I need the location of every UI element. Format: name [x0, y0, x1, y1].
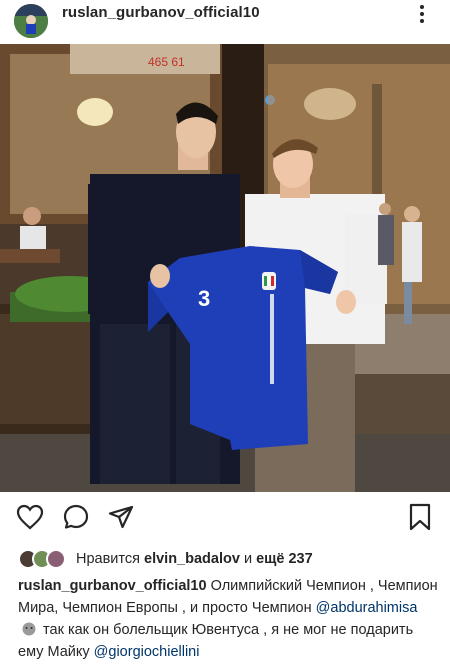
- direct-share-icon[interactable]: [104, 500, 138, 534]
- more-vertical-icon[interactable]: [410, 2, 434, 26]
- post-image: 465 61 3: [0, 44, 450, 492]
- caption-mention-giorgiochiellini[interactable]: @giorgiochiellini: [94, 644, 200, 660]
- emoji-icon: [22, 622, 36, 636]
- likes-count[interactable]: ещё 237: [256, 551, 313, 567]
- post-photo[interactable]: 465 61 3: [0, 44, 450, 492]
- comment-icon[interactable]: [59, 500, 93, 534]
- heart-icon[interactable]: [13, 500, 47, 534]
- liker-avatar: [46, 549, 66, 569]
- liker-avatars: [18, 549, 66, 569]
- likes-row[interactable]: Нравится elvin_badalov и ещё 237: [18, 548, 313, 570]
- caption-author[interactable]: ruslan_gurbanov_official10: [18, 578, 207, 594]
- post-header: ruslan_gurbanov_official10: [0, 0, 450, 44]
- avatar-image: [14, 4, 48, 38]
- storefront-sign: 465 61: [148, 55, 185, 69]
- jersey-number: 3: [198, 286, 210, 311]
- post-caption: ruslan_gurbanov_official10 Олимпийский Ч…: [18, 575, 438, 663]
- caption-text-2: так как он болельщик Ювентуса , я не мог…: [18, 622, 414, 660]
- avatar[interactable]: [14, 4, 48, 38]
- post-username[interactable]: ruslan_gurbanov_official10: [62, 4, 260, 21]
- bookmark-icon[interactable]: [403, 500, 437, 534]
- post-actions: [0, 500, 450, 536]
- likes-conjunction: и: [243, 551, 253, 567]
- likes-prefix: Нравится: [76, 551, 140, 567]
- likes-user[interactable]: elvin_badalov: [144, 551, 240, 567]
- caption-mention-abdurahimisa[interactable]: @abdurahimisa: [316, 600, 418, 616]
